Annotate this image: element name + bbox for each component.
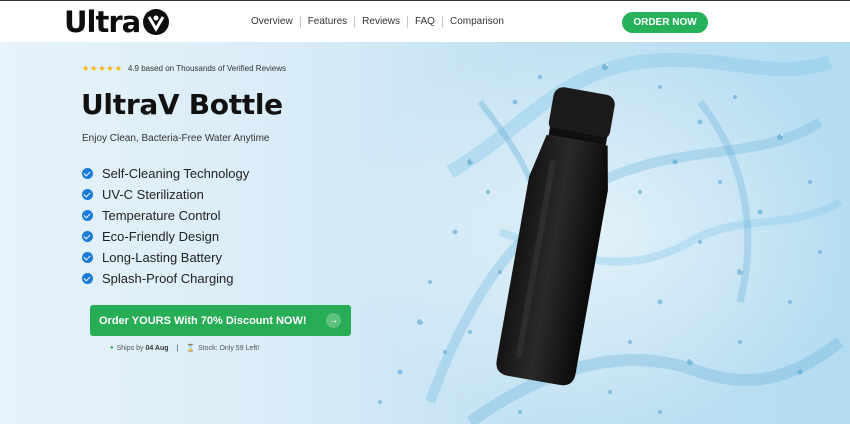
nav-overview[interactable]: Overview — [244, 15, 300, 29]
feature-label: UV-C Sterilization — [102, 187, 204, 202]
check-circle-icon — [82, 252, 93, 263]
check-circle-icon — [82, 231, 93, 242]
feature-item: UV-C Sterilization — [82, 184, 249, 205]
arrow-right-icon: → — [326, 313, 341, 328]
ship-date: 04 Aug — [145, 344, 169, 352]
check-circle-icon — [82, 273, 93, 284]
feature-item: Long-Lasting Battery — [82, 247, 249, 268]
order-discount-button[interactable]: Order YOURS With 70% Discount NOW! → — [90, 305, 351, 336]
order-now-button[interactable]: ORDER NOW — [622, 12, 708, 33]
feature-label: Splash-Proof Charging — [102, 271, 234, 286]
nav-reviews[interactable]: Reviews — [355, 15, 407, 29]
brand-logo[interactable]: Ultra — [64, 5, 170, 39]
feature-label: Self-Cleaning Technology — [102, 166, 250, 181]
ship-prefix: Ships by — [116, 344, 144, 352]
check-circle-icon — [82, 168, 93, 179]
rating-row: ★★★★★ 4.9 based on Thousands of Verified… — [82, 64, 286, 73]
nav-features[interactable]: Features — [301, 15, 354, 29]
five-star-icon: ★★★★★ — [82, 64, 123, 73]
hero-section: ★★★★★ 4.9 based on Thousands of Verified… — [0, 42, 850, 424]
feature-item: Temperature Control — [82, 205, 249, 226]
feature-item: Splash-Proof Charging — [82, 268, 249, 289]
hourglass-icon: ⌛ — [186, 345, 196, 352]
check-circle-icon — [82, 189, 93, 200]
nav-comparison[interactable]: Comparison — [443, 15, 511, 29]
nav-faq[interactable]: FAQ — [408, 15, 442, 29]
logo-text: Ultra — [64, 5, 141, 39]
feature-label: Eco-Friendly Design — [102, 229, 220, 244]
feature-list: Self-Cleaning Technology UV-C Sterilizat… — [82, 163, 249, 289]
site-header: Ultra Overview Features Reviews FAQ Comp… — [0, 0, 850, 42]
shipping-stock-info: ● Ships by 04 Aug | ⌛ Stock: Only 59 Lef… — [110, 344, 260, 353]
feature-label: Temperature Control — [102, 208, 221, 223]
page-title: UltraV Bottle — [81, 88, 283, 121]
feature-item: Eco-Friendly Design — [82, 226, 249, 247]
green-dot-icon: ● — [110, 345, 114, 351]
feature-label: Long-Lasting Battery — [102, 250, 222, 265]
stock-text: Stock: Only 59 Left! — [198, 344, 260, 352]
main-nav: Overview Features Reviews FAQ Comparison — [244, 15, 511, 29]
feature-item: Self-Cleaning Technology — [82, 163, 249, 184]
v-shield-logo-icon — [143, 9, 170, 35]
page-subtitle: Enjoy Clean, Bacteria-Free Water Anytime — [82, 133, 270, 144]
rating-text: 4.9 based on Thousands of Verified Revie… — [127, 64, 287, 73]
info-separator: | — [176, 344, 179, 352]
check-circle-icon — [82, 210, 93, 221]
cta-label: Order YOURS With 70% Discount NOW! — [99, 314, 307, 327]
